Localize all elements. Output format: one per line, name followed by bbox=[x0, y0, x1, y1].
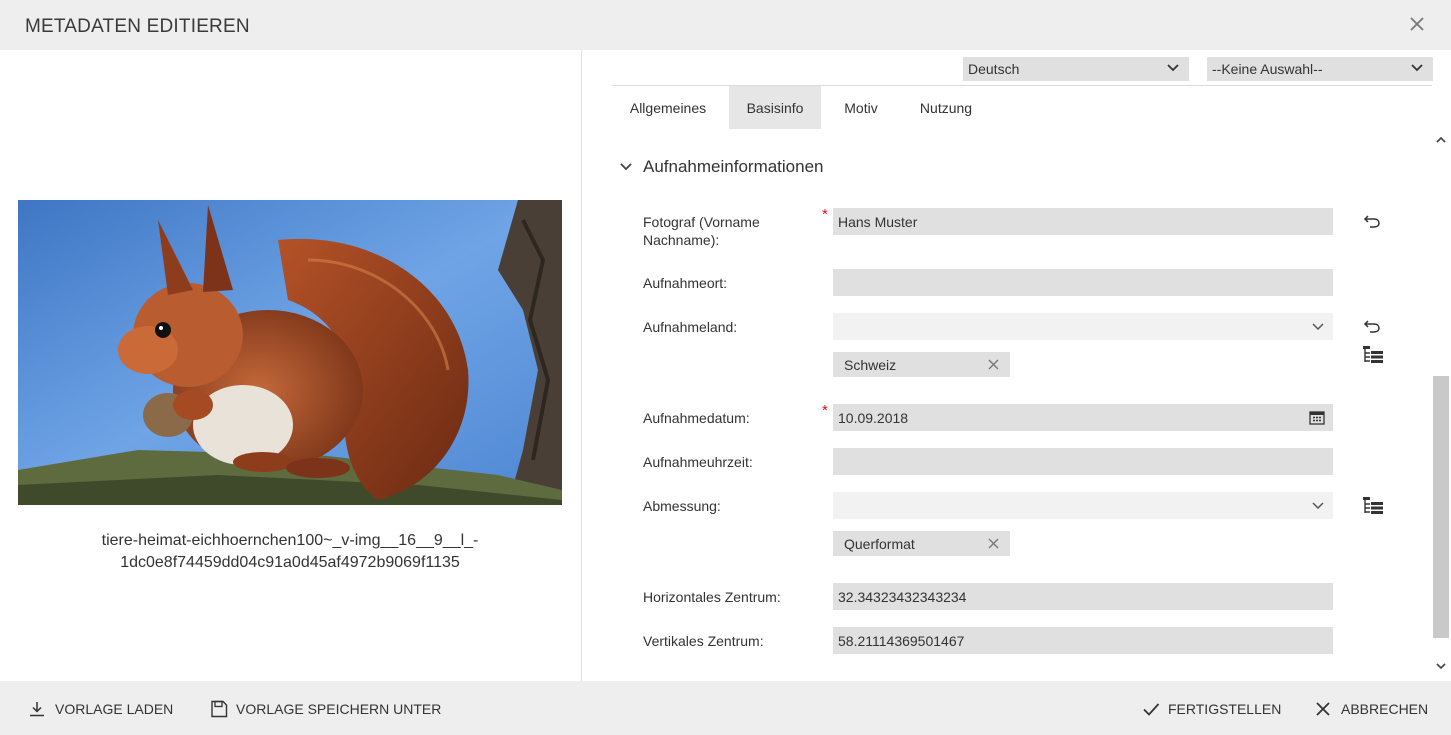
abmessung-label: Abmessung: bbox=[643, 498, 721, 514]
tab-basisinfo[interactable]: Basisinfo bbox=[729, 86, 821, 129]
preview-image bbox=[18, 200, 562, 505]
language-select-value: Deutsch bbox=[968, 61, 1020, 77]
remove-chip-icon[interactable] bbox=[988, 538, 999, 549]
scrollbar-thumb[interactable] bbox=[1433, 376, 1449, 638]
dialog-header: METADATEN EDITIEREN bbox=[0, 0, 1451, 50]
dialog-footer: VORLAGE LADEN VORLAGE SPEICHERN UNTER FE… bbox=[0, 681, 1451, 735]
fotograf-input[interactable]: Hans Muster bbox=[833, 208, 1333, 235]
aufnahmeuhrzeit-label: Aufnahmeuhrzeit: bbox=[643, 454, 753, 470]
finish-label: FERTIGSTELLEN bbox=[1168, 701, 1282, 717]
remove-chip-icon[interactable] bbox=[988, 359, 999, 370]
section-title[interactable]: Aufnahmeinformationen bbox=[643, 157, 824, 177]
required-marker: * bbox=[822, 206, 828, 223]
load-template-button[interactable]: VORLAGE LADEN bbox=[28, 681, 173, 735]
aufnahmedatum-input[interactable]: 10.09.2018 bbox=[833, 404, 1333, 431]
aufnahmeland-select[interactable] bbox=[833, 313, 1333, 340]
secondary-select-value: --Keine Auswahl-- bbox=[1212, 61, 1323, 77]
fotograf-label: Fotograf (Vorname Nachname): bbox=[643, 214, 760, 248]
tree-select-icon[interactable] bbox=[1362, 496, 1384, 521]
scroll-up-icon[interactable] bbox=[1436, 136, 1446, 144]
undo-icon[interactable] bbox=[1362, 212, 1382, 235]
calendar-icon[interactable] bbox=[1309, 410, 1325, 425]
save-template-as-label: VORLAGE SPEICHERN UNTER bbox=[236, 701, 442, 717]
aufnahmeort-label: Aufnahmeort: bbox=[643, 275, 728, 291]
aufnahmedatum-label: Aufnahmedatum: bbox=[643, 410, 750, 426]
chevron-down-icon bbox=[1312, 502, 1324, 510]
aufnahmeland-chip: Schweiz bbox=[833, 352, 1010, 377]
tab-allgemeines[interactable]: Allgemeines bbox=[612, 86, 724, 129]
secondary-select[interactable]: --Keine Auswahl-- bbox=[1207, 57, 1433, 81]
cancel-label: ABBRECHEN bbox=[1341, 701, 1429, 717]
abmessung-select[interactable] bbox=[833, 492, 1333, 519]
filename-line-2: 1dc0e8f74459dd04c91a0d45af4972b9069f1135 bbox=[120, 554, 460, 571]
cancel-button[interactable]: ABBRECHEN bbox=[1314, 681, 1428, 735]
chevron-down-icon bbox=[1411, 64, 1423, 72]
preview-filename: tiere-heimat-eichhoernchen100~_v-img__16… bbox=[40, 530, 540, 574]
load-template-label: VORLAGE LADEN bbox=[55, 701, 174, 717]
tab-nutzung[interactable]: Nutzung bbox=[905, 86, 987, 129]
chevron-down-icon bbox=[1167, 64, 1179, 72]
aufnahmeort-input[interactable] bbox=[833, 269, 1333, 296]
dialog-title: METADATEN EDITIEREN bbox=[25, 16, 250, 37]
scroll-down-icon[interactable] bbox=[1436, 662, 1446, 670]
chevron-down-icon[interactable] bbox=[619, 161, 633, 173]
horizontales-zentrum-value: 32.34323432343234 bbox=[838, 589, 967, 605]
required-marker: * bbox=[822, 402, 828, 419]
save-template-as-button[interactable]: VORLAGE SPEICHERN UNTER bbox=[210, 681, 441, 735]
language-select[interactable]: Deutsch bbox=[963, 57, 1189, 81]
tab-motiv[interactable]: Motiv bbox=[830, 86, 892, 129]
abmessung-chip: Querformat bbox=[833, 531, 1010, 556]
vertikales-zentrum-value: 58.21114369501467 bbox=[838, 633, 965, 649]
check-icon bbox=[1143, 703, 1160, 716]
aufnahmeuhrzeit-input[interactable] bbox=[833, 448, 1333, 475]
tree-select-icon[interactable] bbox=[1362, 345, 1384, 370]
aufnahmeland-label: Aufnahmeland: bbox=[643, 319, 738, 335]
scrollbar[interactable] bbox=[1433, 130, 1449, 680]
chevron-down-icon bbox=[1312, 323, 1324, 331]
aufnahmeland-chip-label: Schweiz bbox=[844, 357, 897, 373]
aufnahmedatum-value: 10.09.2018 bbox=[838, 410, 909, 426]
close-icon bbox=[1316, 702, 1330, 716]
pane-divider bbox=[581, 50, 582, 681]
download-icon bbox=[30, 702, 44, 717]
horizontales-zentrum-input[interactable]: 32.34323432343234 bbox=[833, 583, 1333, 610]
finish-button[interactable]: FERTIGSTELLEN bbox=[1142, 681, 1281, 735]
close-icon[interactable] bbox=[1407, 14, 1427, 34]
undo-icon[interactable] bbox=[1362, 317, 1382, 340]
fotograf-value: Hans Muster bbox=[838, 214, 918, 230]
save-icon bbox=[211, 700, 228, 718]
abmessung-chip-label: Querformat bbox=[844, 536, 915, 552]
vertikales-zentrum-label: Vertikales Zentrum: bbox=[643, 633, 764, 649]
filename-line-1: tiere-heimat-eichhoernchen100~_v-img__16… bbox=[101, 532, 479, 549]
horizontales-zentrum-label: Horizontales Zentrum: bbox=[643, 589, 781, 605]
vertikales-zentrum-input[interactable]: 58.21114369501467 bbox=[833, 627, 1333, 654]
